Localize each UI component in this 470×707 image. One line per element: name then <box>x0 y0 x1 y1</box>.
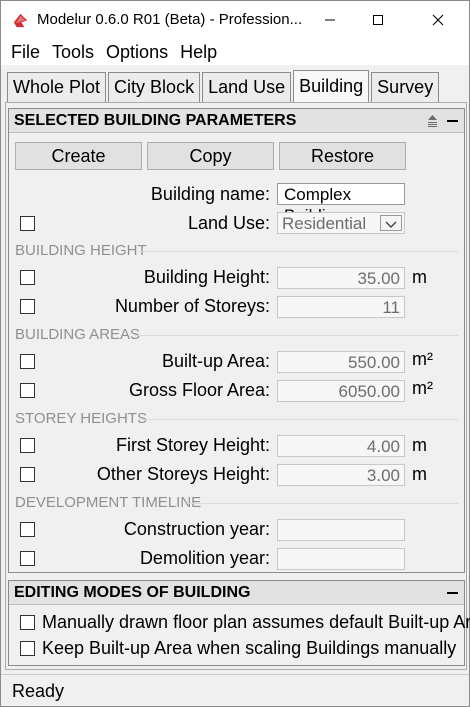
construction-year-label: Construction year: <box>123 519 270 539</box>
section-header: SELECTED BUILDING PARAMETERS <box>9 109 464 133</box>
number-of-storeys-input[interactable]: 11 <box>277 296 405 318</box>
window-title: Modelur 0.6.0 R01 (Beta) - Profession... <box>37 11 303 28</box>
maximize-icon <box>373 15 383 25</box>
first-storey-height-input[interactable]: 4.00 <box>277 435 405 457</box>
gross-floor-area-label: Gross Floor Area: <box>128 380 270 400</box>
tab-building[interactable]: Building <box>293 70 370 102</box>
first-storey-height-unit: m <box>412 435 427 455</box>
close-icon <box>432 14 444 26</box>
built-up-area-checkbox[interactable] <box>20 354 35 369</box>
title-bar[interactable]: Modelur 0.6.0 R01 (Beta) - Profession... <box>1 1 469 39</box>
other-storeys-height-input[interactable]: 3.00 <box>277 464 405 486</box>
status-text: Ready <box>12 681 65 701</box>
land-use-label: Land Use: <box>187 213 270 233</box>
keep-builtup-area-label[interactable]: Keep Built-up Area when scaling Building… <box>42 638 456 659</box>
number-of-storeys-label: Number of Storeys: <box>114 296 270 316</box>
built-up-area-unit: m² <box>412 349 433 369</box>
section-title: EDITING MODES OF BUILDING <box>14 584 251 601</box>
gross-floor-area-input[interactable]: 6050.00 <box>277 380 405 402</box>
copy-button[interactable]: Copy <box>147 142 274 170</box>
collapse-icon[interactable] <box>447 120 458 122</box>
create-button[interactable]: Create <box>15 142 142 170</box>
minimize-button[interactable] <box>307 1 353 39</box>
number-of-storeys-checkbox[interactable] <box>20 299 35 314</box>
building-height-checkbox[interactable] <box>20 270 35 285</box>
first-storey-height-label: First Storey Height: <box>115 435 270 455</box>
manual-floor-plan-label[interactable]: Manually drawn floor plan assumes defaul… <box>42 612 470 633</box>
gross-floor-area-unit: m² <box>412 378 433 398</box>
editing-modes-panel: EDITING MODES OF BUILDING Manually drawn… <box>8 580 470 666</box>
minimize-icon <box>325 19 335 21</box>
first-storey-height-checkbox[interactable] <box>20 438 35 453</box>
tab-land-use[interactable]: Land Use <box>202 72 292 102</box>
land-use-value: Residential <box>282 214 367 233</box>
built-up-area-input[interactable]: 550.00 <box>277 351 405 373</box>
building-height-unit: m <box>412 267 427 287</box>
restore-button[interactable]: Restore <box>279 142 406 170</box>
other-storeys-height-label: Other Storeys Height: <box>96 464 270 484</box>
construction-year-input[interactable] <box>277 519 405 541</box>
group-divider <box>187 503 458 504</box>
tab-whole-plot[interactable]: Whole Plot <box>7 72 107 102</box>
keep-builtup-area-checkbox[interactable] <box>20 641 35 656</box>
modelur-logo-icon <box>13 13 28 28</box>
demolition-year-checkbox[interactable] <box>20 551 35 566</box>
menu-file[interactable]: File <box>11 42 40 63</box>
land-use-dropdown[interactable]: Residential <box>277 212 405 234</box>
menu-help[interactable]: Help <box>180 42 217 63</box>
built-up-area-label: Built-up Area: <box>161 351 270 371</box>
building-height-group-title: BUILDING HEIGHT <box>15 242 147 259</box>
menu-bar: File Tools Options Help <box>1 39 469 65</box>
other-storeys-height-unit: m <box>412 464 427 484</box>
development-timeline-group-title: DEVELOPMENT TIMELINE <box>15 494 202 511</box>
group-divider <box>139 419 458 420</box>
status-bar: Ready <box>1 674 469 706</box>
collapse-icon[interactable] <box>447 592 458 594</box>
building-name-label: Building name: <box>150 184 270 204</box>
tab-survey[interactable]: Survey <box>371 72 440 102</box>
building-areas-group-title: BUILDING AREAS <box>15 326 141 343</box>
close-button[interactable] <box>415 1 461 39</box>
menu-options[interactable]: Options <box>106 42 168 63</box>
manual-floor-plan-checkbox[interactable] <box>20 615 35 630</box>
tab-city-block[interactable]: City Block <box>108 72 201 102</box>
construction-year-checkbox[interactable] <box>20 522 35 537</box>
tab-bar: Whole Plot City Block Land Use Building … <box>7 70 441 102</box>
building-height-label: Building Height: <box>143 267 270 287</box>
gross-floor-area-checkbox[interactable] <box>20 383 35 398</box>
building-name-input[interactable]: Complex Building <box>277 183 405 225</box>
group-divider <box>135 335 458 336</box>
chevron-down-icon <box>385 221 397 228</box>
tab-content: SELECTED BUILDING PARAMETERS Create Copy… <box>5 102 470 670</box>
demolition-year-input[interactable] <box>277 548 405 570</box>
section-header: EDITING MODES OF BUILDING <box>9 581 464 605</box>
storey-heights-group-title: STOREY HEIGHTS <box>15 410 147 427</box>
building-height-input[interactable]: 35.00 <box>277 267 405 289</box>
dropdown-button[interactable] <box>380 215 402 231</box>
selected-building-parameters-panel: SELECTED BUILDING PARAMETERS Create Copy… <box>8 108 465 573</box>
land-use-checkbox[interactable] <box>20 216 35 231</box>
menu-tools[interactable]: Tools <box>52 42 94 63</box>
group-divider <box>139 251 458 252</box>
other-storeys-height-checkbox[interactable] <box>20 467 35 482</box>
maximize-button[interactable] <box>355 1 401 39</box>
section-title: SELECTED BUILDING PARAMETERS <box>14 112 297 129</box>
scroll-up-icon[interactable] <box>426 114 439 128</box>
demolition-year-label: Demolition year: <box>139 548 270 568</box>
app-window: Modelur 0.6.0 R01 (Beta) - Profession...… <box>0 0 470 707</box>
